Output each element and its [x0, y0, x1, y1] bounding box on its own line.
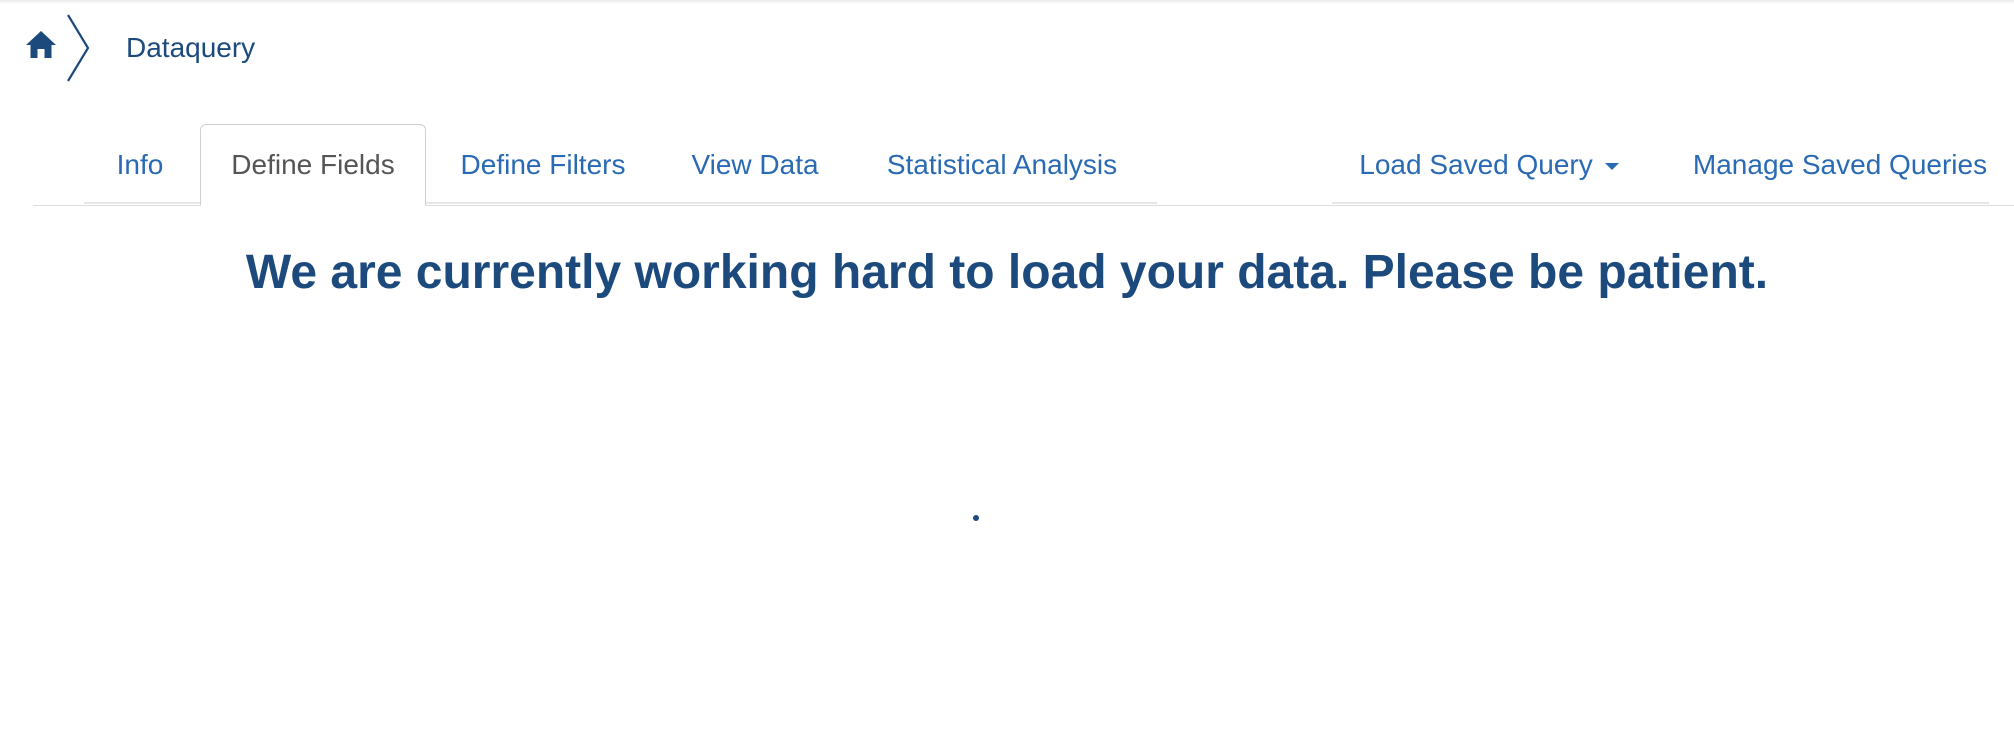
tab-define-fields-label: Define Fields — [231, 149, 395, 180]
caret-down-icon — [1604, 162, 1619, 170]
tab-define-fields[interactable]: Define Fields — [200, 124, 426, 206]
home-icon[interactable] — [25, 29, 57, 61]
manage-saved-queries-label: Manage Saved Queries — [1692, 149, 1988, 180]
breadcrumb-current[interactable]: Dataquery — [126, 32, 255, 64]
tab-statistical-analysis-label: Statistical Analysis — [886, 149, 1118, 180]
loading-message: We are currently working hard to load yo… — [245, 246, 1769, 299]
tab-view-data-label: View Data — [691, 149, 819, 180]
loading-spinner-icon — [973, 515, 979, 521]
load-saved-query-label: Load Saved Query — [1359, 149, 1593, 180]
tab-define-filters[interactable]: Define Filters — [430, 124, 656, 206]
load-saved-query-dropdown[interactable]: Load Saved Query — [1332, 124, 1646, 206]
tab-define-filters-label: Define Filters — [460, 149, 626, 180]
breadcrumb: Dataquery — [0, 0, 400, 100]
tab-info[interactable]: Info — [84, 124, 196, 206]
manage-saved-queries-link[interactable]: Manage Saved Queries — [1670, 124, 2010, 206]
tab-statistical-analysis[interactable]: Statistical Analysis — [854, 124, 1150, 206]
tab-info-label: Info — [116, 149, 164, 180]
chevron-right-icon — [66, 14, 92, 82]
tab-view-data[interactable]: View Data — [660, 124, 850, 206]
